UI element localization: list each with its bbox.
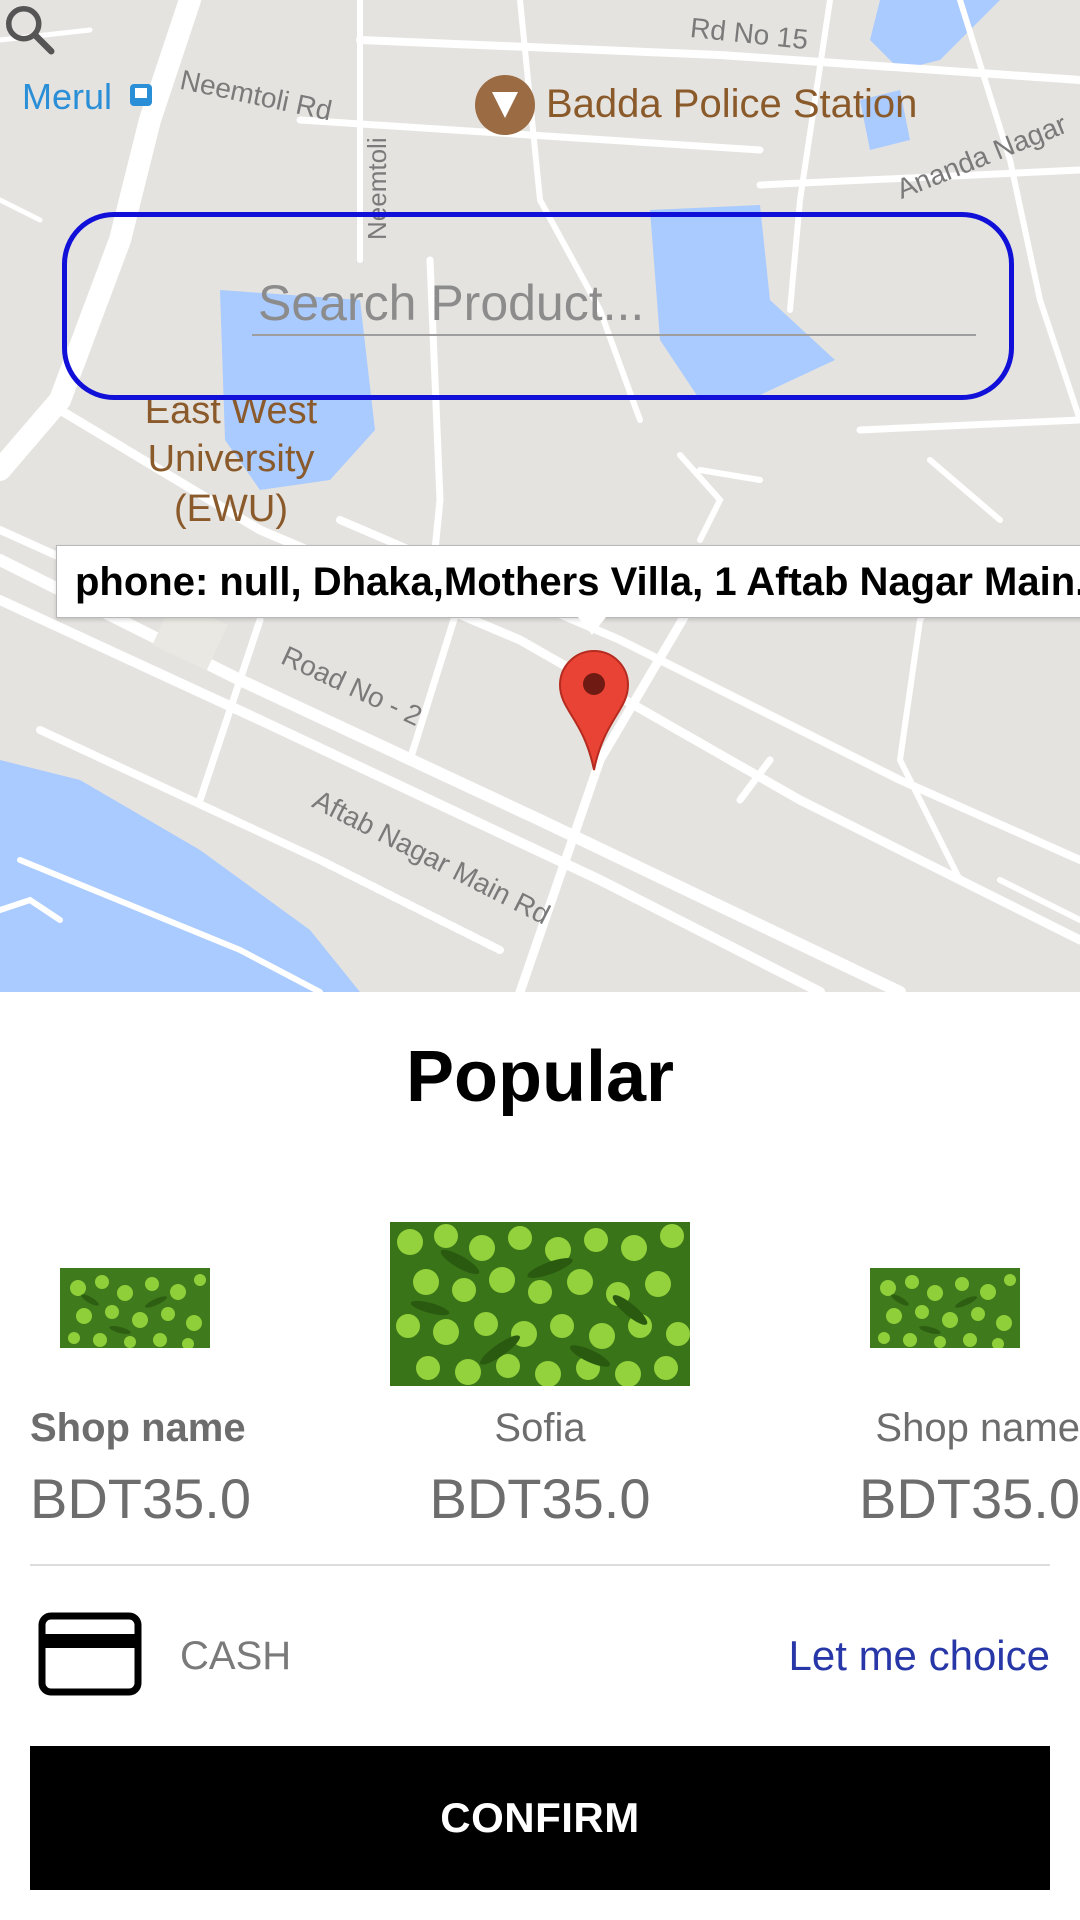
product-image[interactable]: [60, 1268, 210, 1348]
product-shop-name: Shop name: [875, 1406, 1080, 1450]
info-window-text: phone: null, Dhaka,Mothers Villa, 1 Afta…: [75, 560, 1080, 604]
divider: [30, 1564, 1050, 1566]
confirm-button[interactable]: CONFIRM: [30, 1746, 1050, 1890]
product-price: BDT35.0: [30, 1467, 251, 1530]
product-price: BDT35.0: [859, 1467, 1080, 1530]
popular-title: Popular: [405, 1037, 675, 1117]
map-label-ewu-line3: (EWU): [174, 488, 288, 530]
map-marker-icon: [558, 650, 630, 771]
product-shop-name: Sofia: [494, 1406, 586, 1450]
product-image[interactable]: [870, 1268, 1020, 1348]
marker-info-window[interactable]: phone: null, Dhaka,Mothers Villa, 1 Afta…: [56, 545, 1080, 618]
map-view[interactable]: Merul Neemtoli Rd Neemtoli Rd No 15 Badd…: [0, 0, 1080, 992]
product-image[interactable]: [390, 1222, 690, 1386]
credit-card-icon: [38, 1612, 142, 1696]
map-label-badda-police: Badda Police Station: [546, 82, 918, 126]
product-shop-name: Shop name: [30, 1406, 246, 1450]
map-label-merul: Merul: [22, 76, 113, 117]
search-input[interactable]: [252, 272, 976, 336]
info-window-tail: [578, 617, 606, 635]
payment-choice-link[interactable]: Let me choice: [789, 1632, 1050, 1680]
payment-method-label: CASH: [180, 1634, 292, 1678]
product-price: BDT35.0: [429, 1467, 651, 1530]
search-icon[interactable]: [0, 0, 60, 60]
map-label-ewu-line2: University: [147, 438, 315, 480]
